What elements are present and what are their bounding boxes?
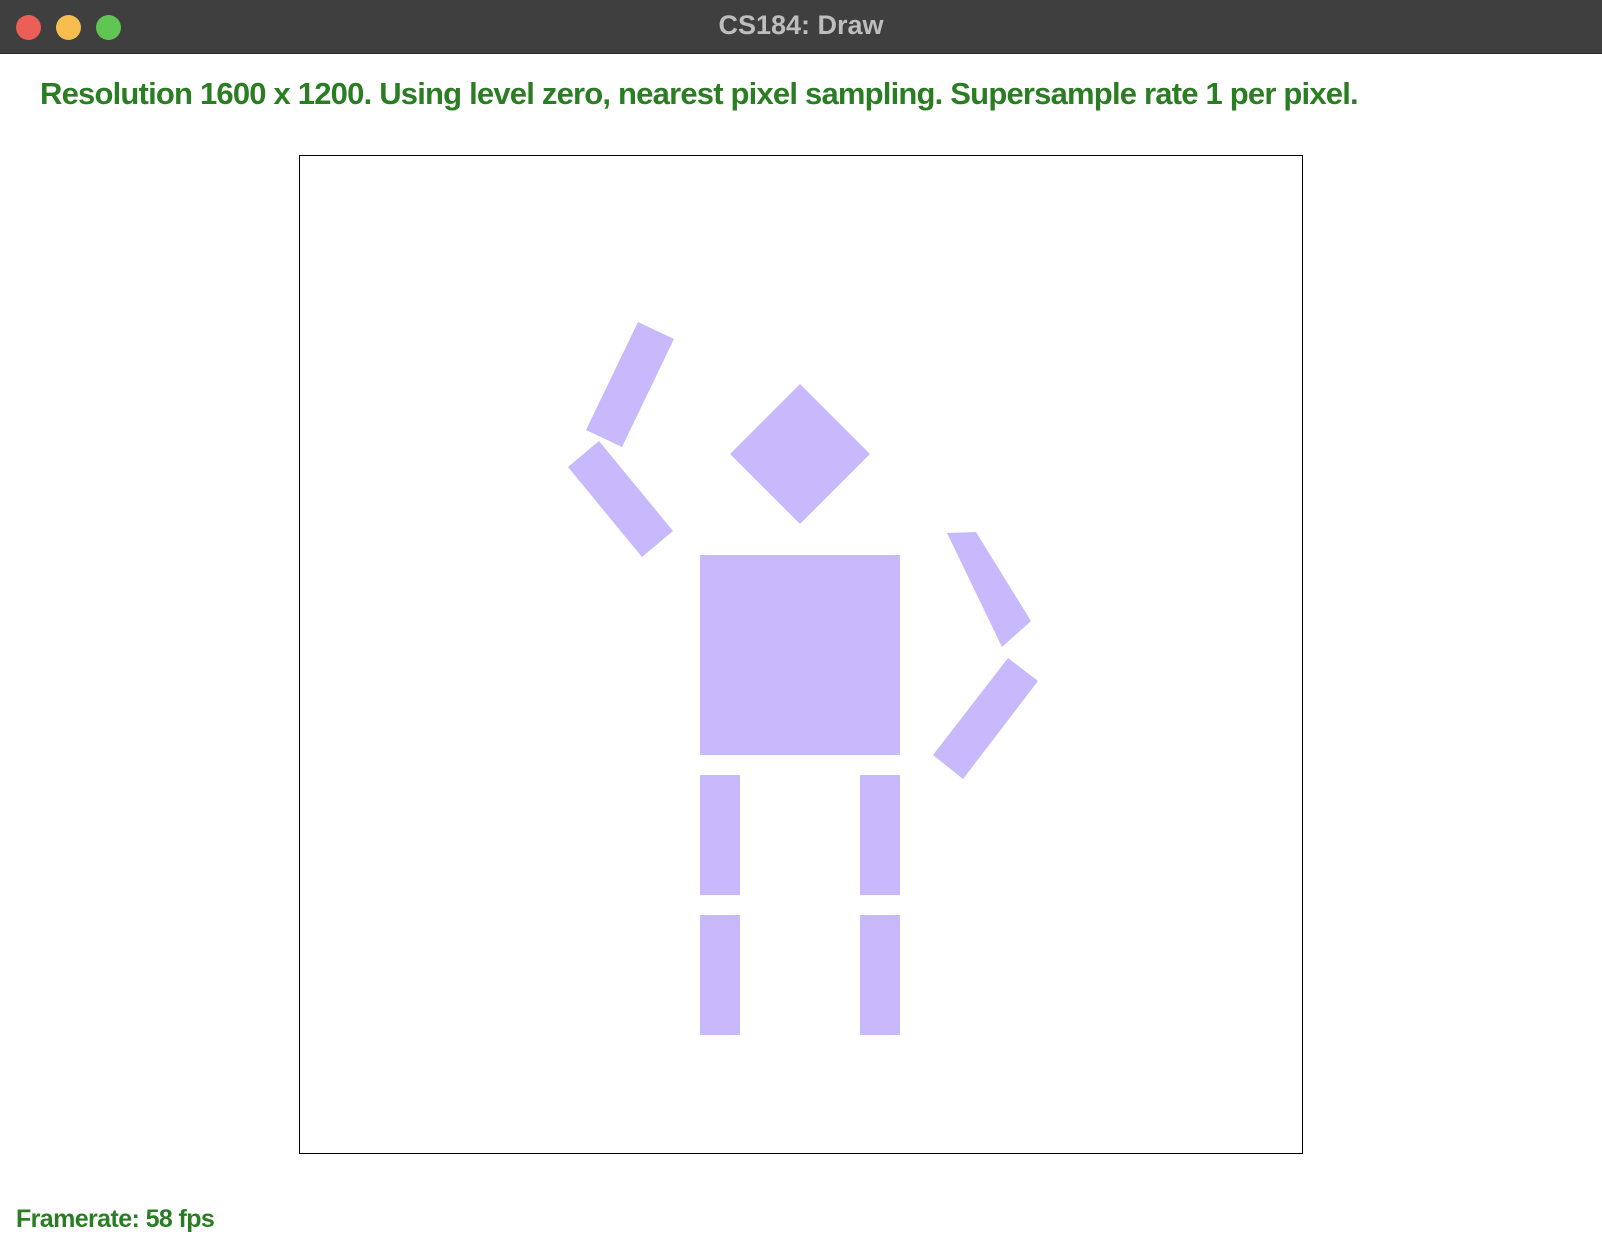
figure-left-upper-arm <box>568 441 673 557</box>
figure-left-forearm <box>586 322 674 447</box>
figure-right-upper-arm <box>947 532 1031 647</box>
figure-torso <box>700 555 900 755</box>
framerate-readout: Framerate: 58 fps <box>16 1205 215 1233</box>
draw-canvas[interactable] <box>299 155 1303 1154</box>
figure-head <box>730 384 870 524</box>
canvas-drawing <box>568 322 1038 1035</box>
app-window: CS184: Draw Resolution 1600 x 1200. Usin… <box>0 0 1602 1256</box>
window-title: CS184: Draw <box>718 10 884 40</box>
title-bar[interactable]: CS184: Draw <box>0 0 1602 54</box>
figure-left-upper-leg <box>700 775 740 895</box>
figure-right-upper-leg <box>860 775 900 895</box>
figure-right-lower-leg <box>860 915 900 1035</box>
figure-right-forearm <box>933 658 1038 779</box>
render-status-text: Resolution 1600 x 1200. Using level zero… <box>40 76 1359 111</box>
figure-left-lower-leg <box>700 915 740 1035</box>
